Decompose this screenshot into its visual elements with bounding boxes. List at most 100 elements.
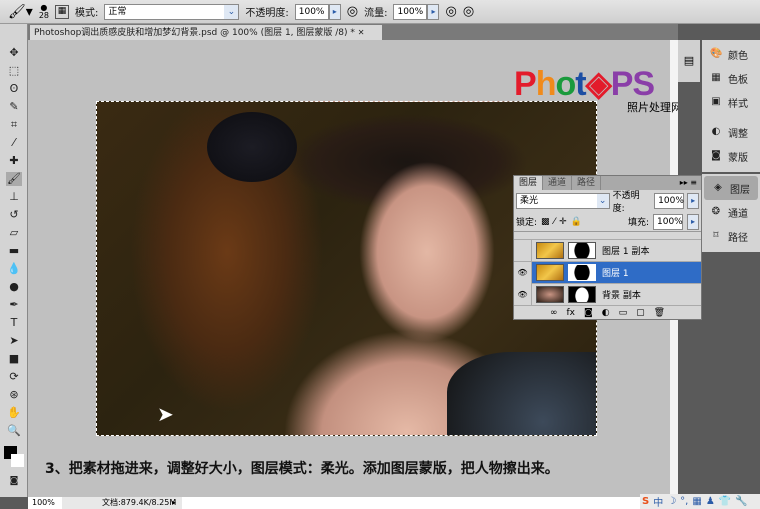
- dock-channels[interactable]: ❂ 通道: [702, 200, 760, 224]
- tab-channels[interactable]: 通道: [543, 176, 573, 190]
- eraser-tool-icon[interactable]: ▱: [6, 226, 22, 240]
- new-layer-icon[interactable]: ▢: [636, 308, 645, 318]
- layers-icon: ◈: [714, 182, 722, 193]
- quick-mask-icon[interactable]: ◙: [6, 474, 22, 488]
- lock-pixels-icon[interactable]: ⁄: [554, 217, 556, 227]
- ime-settings-icon[interactable]: 🔧: [735, 496, 747, 507]
- lasso-tool-icon[interactable]: ʘ: [6, 82, 22, 96]
- history-panel-icon[interactable]: ▤: [678, 40, 700, 82]
- ime-halfwidth-icon[interactable]: ☽: [667, 496, 676, 507]
- mode-label: 模式:: [75, 8, 99, 19]
- mode-select[interactable]: 正常 ⌄: [104, 3, 240, 20]
- ime-chinese-toggle[interactable]: 中: [653, 494, 663, 509]
- close-tab-icon[interactable]: ✕: [358, 28, 365, 37]
- lock-position-icon[interactable]: ✛: [559, 217, 567, 227]
- eye-icon[interactable]: 👁: [514, 283, 532, 306]
- zoom-tool-icon[interactable]: 🔍: [6, 424, 22, 438]
- trash-icon[interactable]: 🗑: [654, 308, 665, 318]
- dock-layers[interactable]: ◈ 图层: [704, 176, 758, 200]
- zoom-level[interactable]: 100%: [28, 497, 62, 509]
- dock-label: 调整: [728, 128, 748, 140]
- shape-tool-icon[interactable]: ■: [6, 352, 22, 366]
- 3d-orbit-tool-icon[interactable]: ⊛: [6, 388, 22, 402]
- layer-opacity-input[interactable]: 100%: [654, 193, 685, 209]
- layer-mask-thumbnail[interactable]: [568, 264, 596, 281]
- add-mask-icon[interactable]: ◙: [584, 308, 593, 318]
- dock-styles[interactable]: ▣ 样式: [702, 90, 760, 114]
- background-color-swatch[interactable]: [11, 454, 24, 467]
- tutorial-caption: 3、把素材拖进来，调整好大小，图层模式：柔光。添加图层蒙版，把人物擦出来。: [45, 461, 559, 477]
- panel-menu-icon[interactable]: ▸▸ ≡: [680, 176, 701, 190]
- move-tool-icon[interactable]: ✥: [6, 46, 22, 60]
- layer-opacity-label: 不透明度:: [612, 191, 640, 214]
- flow-slider-button[interactable]: ▸: [427, 3, 440, 20]
- tab-layers[interactable]: 图层: [514, 176, 544, 190]
- fill-input[interactable]: 100%: [653, 213, 683, 230]
- healing-tool-icon[interactable]: ✚: [6, 154, 22, 168]
- dodge-tool-icon[interactable]: ●: [6, 280, 22, 294]
- airbrush-icon[interactable]: ◎: [445, 4, 456, 19]
- ime-skin-icon[interactable]: 👕: [719, 496, 731, 507]
- link-icon[interactable]: ∞: [550, 308, 558, 318]
- gradient-tool-icon[interactable]: ▬: [6, 244, 22, 258]
- status-menu-arrow[interactable]: ▸: [172, 497, 176, 509]
- tools-panel: ✥ ⬚ ʘ ✎ ⌗ ⁄ ✚ 🖌 ⊥ ↺ ▱ ▬ 💧 ● ✒ T ➤ ■ ⟳ ⊛ …: [0, 24, 28, 497]
- brush-size-picker[interactable]: ● 28: [38, 3, 49, 20]
- dock-label: 路径: [728, 232, 748, 244]
- sogou-icon[interactable]: S: [642, 496, 649, 507]
- ime-punctuation-icon[interactable]: °,: [680, 496, 688, 507]
- crop-tool-icon[interactable]: ⌗: [6, 118, 22, 132]
- adjustment-layer-icon[interactable]: ◐: [602, 308, 610, 318]
- document-tab[interactable]: Photoshop调出质感皮肤和增加梦幻背景.psd @ 100% (图层 1,…: [30, 25, 382, 40]
- dock-color[interactable]: 🎨 颜色: [702, 42, 760, 66]
- folder-icon[interactable]: ▭: [619, 308, 628, 318]
- history-brush-tool-icon[interactable]: ↺: [6, 208, 22, 222]
- blur-tool-icon[interactable]: 💧: [6, 262, 22, 276]
- airbrush-pressure-icon[interactable]: ◎: [347, 4, 358, 19]
- marquee-tool-icon[interactable]: ⬚: [6, 64, 22, 78]
- flow-input[interactable]: 100%: [393, 3, 428, 20]
- horizontal-scrollbar[interactable]: [182, 497, 678, 509]
- visibility-toggle[interactable]: [514, 239, 532, 262]
- dock-paths[interactable]: ⌑ 路径: [702, 224, 760, 248]
- ime-user-icon[interactable]: ♟: [706, 496, 715, 507]
- tab-paths[interactable]: 路径: [572, 176, 602, 190]
- type-tool-icon[interactable]: T: [6, 316, 22, 330]
- hand-tool-icon[interactable]: ✋: [6, 406, 22, 420]
- dock-swatches[interactable]: ▦ 色板: [702, 66, 760, 90]
- brush-size: 28: [38, 10, 49, 20]
- dock-label: 颜色: [728, 50, 748, 62]
- layer-opacity-arrow[interactable]: ▸: [687, 193, 699, 209]
- 3d-rotate-tool-icon[interactable]: ⟳: [6, 370, 22, 384]
- brush-panel-icon[interactable]: ▦: [55, 4, 69, 19]
- flow-label: 流量:: [364, 8, 388, 19]
- layer-row[interactable]: 👁 背景 副本: [514, 283, 701, 306]
- layer-mask-thumbnail[interactable]: [568, 286, 596, 303]
- layer-row[interactable]: 图层 1 副本: [514, 239, 701, 262]
- lock-all-icon[interactable]: 🔒: [571, 217, 582, 227]
- stamp-tool-icon[interactable]: ⊥: [6, 190, 22, 204]
- fill-arrow[interactable]: ▸: [687, 213, 699, 230]
- eye-icon[interactable]: 👁: [514, 261, 532, 284]
- chevron-down-icon: ⌄: [596, 194, 609, 208]
- layer-mask-thumbnail[interactable]: [568, 242, 596, 259]
- tablet-pressure-icon[interactable]: ◎: [463, 4, 474, 19]
- quick-select-tool-icon[interactable]: ✎: [6, 100, 22, 114]
- layer-row-selected[interactable]: 👁 图层 1: [514, 261, 701, 284]
- options-bar: 🖌▾ ● 28 ▦ 模式: 正常 ⌄ 不透明度: 100% ▸ ◎ 流量: 100% ▸…: [0, 0, 760, 24]
- layer-row-partial[interactable]: [514, 232, 701, 240]
- eyedropper-tool-icon[interactable]: ⁄: [6, 136, 22, 150]
- blend-mode-select[interactable]: 柔光 ⌄: [516, 193, 610, 209]
- dock-adjustments[interactable]: ◐ 调整: [702, 120, 760, 144]
- ime-keyboard-icon[interactable]: ▦: [692, 496, 701, 507]
- opacity-input[interactable]: 100%: [294, 3, 329, 20]
- pen-tool-icon[interactable]: ✒: [6, 298, 22, 312]
- path-select-tool-icon[interactable]: ➤: [6, 334, 22, 348]
- ime-toolbar: S 中 ☽ °, ▦ ♟ 👕 🔧: [640, 494, 760, 509]
- brush-tool-icon[interactable]: 🖌: [6, 172, 22, 186]
- opacity-slider-button[interactable]: ▸: [328, 3, 341, 20]
- lock-transparency-icon[interactable]: ▩: [541, 217, 550, 227]
- fx-icon[interactable]: fx: [566, 308, 575, 318]
- dock-masks[interactable]: ◙ 蒙版: [702, 144, 760, 168]
- brush-tool-icon[interactable]: 🖌▾: [8, 4, 33, 20]
